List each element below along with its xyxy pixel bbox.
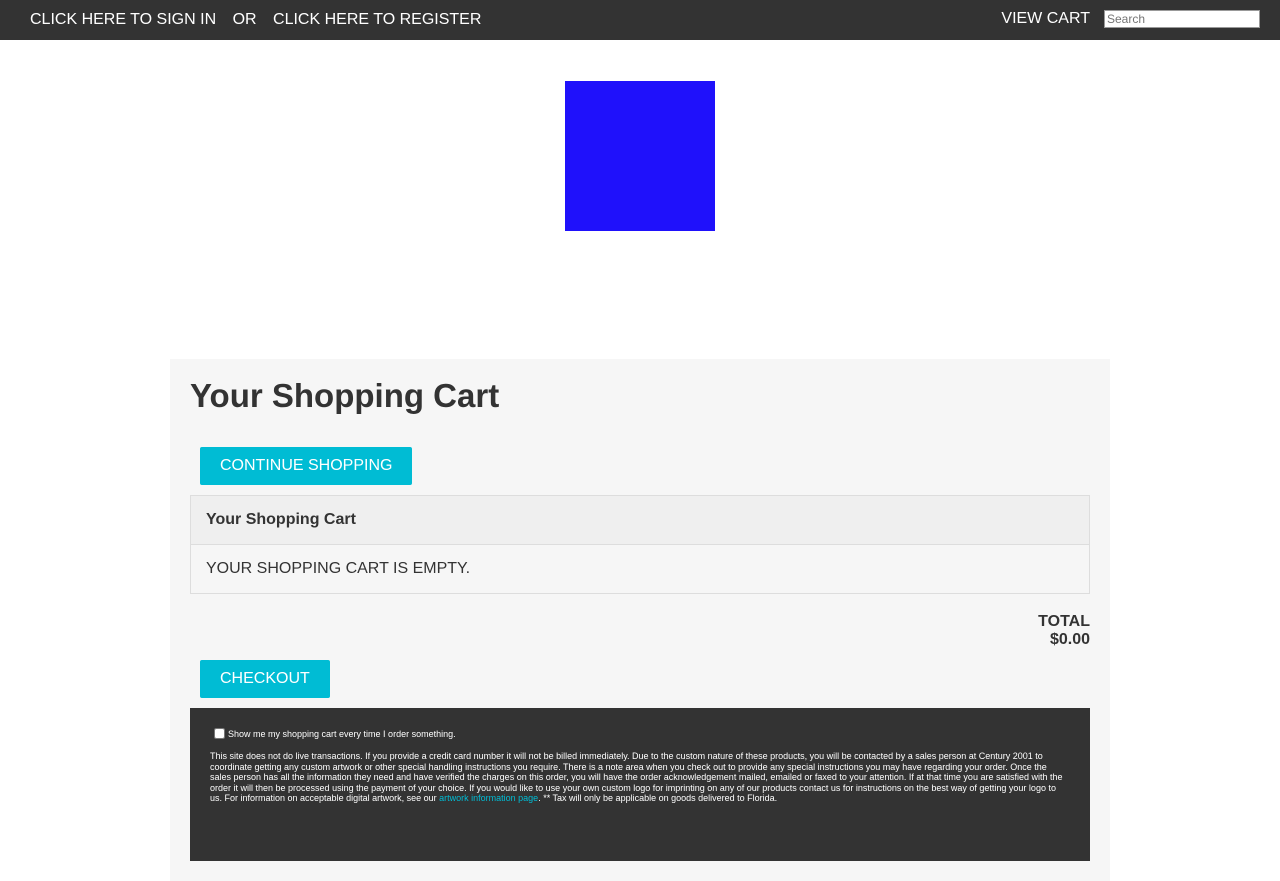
table-row: YOUR SHOPPING CART IS EMPTY. xyxy=(190,544,1090,594)
view-cart-link[interactable]: VIEW CART xyxy=(1001,10,1090,28)
cart-table: Your Shopping Cart YOUR SHOPPING CART IS… xyxy=(190,495,1090,594)
show-cart-option[interactable]: Show me my shopping cart every time I or… xyxy=(214,728,1070,739)
empty-cart-message: YOUR SHOPPING CART IS EMPTY. xyxy=(190,544,1090,594)
account-links: CLICK HERE TO SIGN IN OR CLICK HERE TO R… xyxy=(30,11,493,29)
transaction-notice: Show me my shopping cart every time I or… xyxy=(190,708,1090,861)
page-title: Your Shopping Cart xyxy=(190,377,500,414)
cart-totals: TOTAL $0.00 xyxy=(1038,613,1090,649)
total-value: $0.00 xyxy=(1049,631,1090,648)
table-header: Your Shopping Cart xyxy=(190,495,1090,545)
show-cart-checkbox[interactable] xyxy=(214,728,225,739)
continue-shopping-button[interactable]: CONTINUE SHOPPING xyxy=(200,447,413,485)
shopping-cart-panel: Your Shopping Cart CONTINUE SHOPPING You… xyxy=(170,359,1110,881)
table-header-row: Your Shopping Cart xyxy=(190,495,1090,545)
notice-text-tax: . ** Tax will only be applicable on good… xyxy=(538,793,778,803)
show-cart-label: Show me my shopping cart every time I or… xyxy=(228,728,456,739)
checkout-button[interactable]: CHECKOUT xyxy=(200,660,330,698)
top-navigation-bar: CLICK HERE TO SIGN IN OR CLICK HERE TO R… xyxy=(0,0,1280,40)
or-separator: OR xyxy=(232,11,257,28)
notice-text: This site does not do live transactions.… xyxy=(210,751,1070,804)
site-logo[interactable] xyxy=(565,81,715,231)
artwork-info-link[interactable]: artwork information page xyxy=(439,793,538,803)
total-label: TOTAL xyxy=(1038,613,1090,630)
cart-search-area: VIEW CART xyxy=(1001,10,1260,28)
sign-in-link[interactable]: CLICK HERE TO SIGN IN xyxy=(30,11,216,29)
search-input[interactable] xyxy=(1104,10,1260,28)
register-link[interactable]: CLICK HERE TO REGISTER xyxy=(273,11,481,29)
